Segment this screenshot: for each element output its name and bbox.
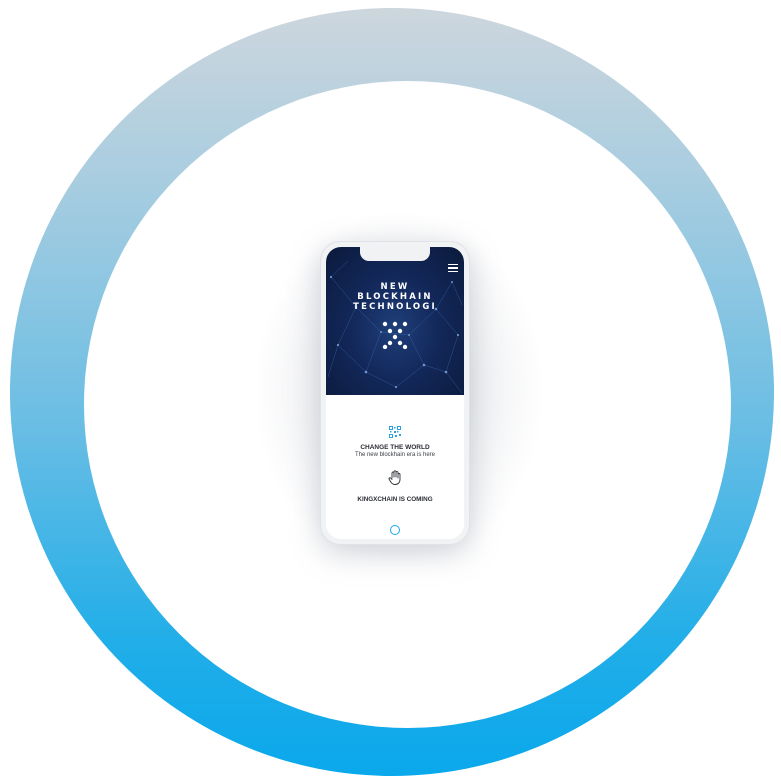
headline: CHANGE THE WORLD xyxy=(360,444,430,451)
hero-title-line-2: BLOCKHAIN xyxy=(357,292,433,302)
kingxchain-logo-icon xyxy=(382,321,408,349)
hero-title-line-1: NEW xyxy=(380,282,410,292)
hamburger-menu-icon[interactable] xyxy=(448,264,458,273)
subline: The new blockhain era is here xyxy=(354,452,436,458)
phone-screen: NEW BLOCKHAIN TECHNOLOGI CHANGE THE WORL… xyxy=(326,247,464,539)
hero-section: NEW BLOCKHAIN TECHNOLOGI xyxy=(326,247,464,395)
hand-icon xyxy=(388,470,401,485)
phone-mockup: NEW BLOCKHAIN TECHNOLOGI CHANGE THE WORL… xyxy=(320,241,470,545)
stage: NEW BLOCKHAIN TECHNOLOGI CHANGE THE WORL… xyxy=(0,0,781,784)
home-circle-icon[interactable] xyxy=(390,525,400,535)
coming-announcement: KINGXCHAIN IS COMING xyxy=(357,496,433,503)
content-card: CHANGE THE WORLD The new blockhain era i… xyxy=(326,395,464,539)
qr-code-icon xyxy=(389,426,401,438)
hero-title-line-3: TECHNOLOGI xyxy=(353,302,437,312)
phone-notch xyxy=(360,247,430,261)
hero-title: NEW BLOCKHAIN TECHNOLOGI xyxy=(326,282,464,312)
